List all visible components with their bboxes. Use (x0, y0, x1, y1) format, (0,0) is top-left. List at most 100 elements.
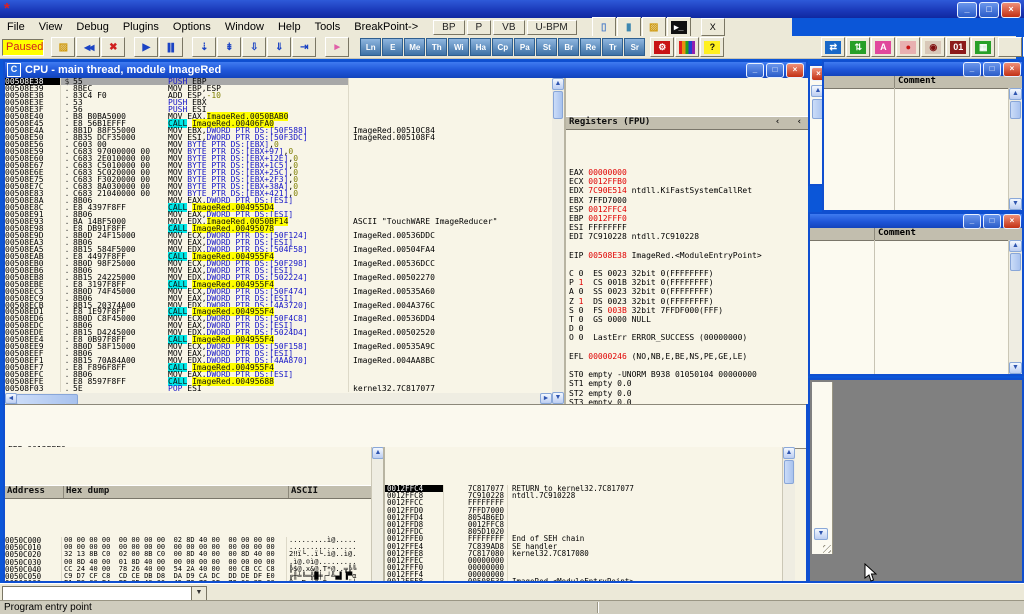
menu-item-file[interactable]: File (0, 19, 32, 35)
disasm-row[interactable]: 00508EFE.E8 8597F8FFCALL ImageRed.004956… (5, 378, 552, 385)
view-button-wi[interactable]: Wi (448, 38, 469, 56)
vscrollbar[interactable]: ▲ ▼ (1008, 88, 1022, 210)
close-button[interactable]: × (1001, 2, 1021, 18)
stack-row[interactable]: 0012FFF800508E38ImageRed.<ModuleEntryPoi… (385, 578, 784, 581)
book-icon[interactable]: ▮ (617, 17, 641, 37)
minimize-button[interactable]: _ (963, 62, 981, 77)
until-return-icon[interactable]: ⇥ (292, 37, 316, 57)
comment-window-2-titlebar[interactable]: _ □ × (810, 214, 1022, 228)
minimize-button[interactable]: _ (963, 214, 981, 229)
register-line[interactable]: ECX 0012FFB0 (566, 177, 808, 186)
scroll-thumb[interactable] (1010, 101, 1021, 119)
comment-column-header[interactable]: Comment (875, 228, 916, 240)
view-button-tr[interactable]: Tr (602, 38, 623, 56)
menu-item-window[interactable]: Window (218, 19, 271, 35)
animate-into-icon[interactable]: ⇩ (242, 37, 266, 57)
register-line[interactable]: EIP 00508E38 ImageRed.<ModuleEntryPoint> (566, 251, 808, 260)
animate-over-icon[interactable]: ⇓ (267, 37, 291, 57)
info-pane[interactable]: EBP=0012FFF0 (5, 404, 806, 449)
scroll-right-icon[interactable]: ► (540, 393, 552, 404)
plugin-button-ubpm[interactable]: U-BPM (527, 20, 577, 35)
stack-row[interactable]: 0012FFDC805D1020 (385, 528, 784, 535)
scroll-thumb[interactable] (784, 460, 794, 484)
scroll-up-icon[interactable]: ▲ (552, 78, 564, 90)
scroll-down-icon[interactable]: ▼ (1009, 362, 1022, 374)
cpu-minimize-button[interactable]: _ (746, 63, 764, 78)
register-line[interactable]: O 0 LastErr ERROR_SUCCESS (00000000) (566, 333, 808, 342)
disasm-row[interactable]: 00508E3E.53PUSH EBX (5, 99, 552, 106)
pair-icon[interactable]: ⇅ (846, 37, 870, 57)
scroll-up-icon[interactable]: ▲ (1009, 240, 1022, 252)
assemble-icon[interactable]: A (871, 37, 895, 57)
view-button-br[interactable]: Br (558, 38, 579, 56)
stack-row[interactable]: 0012FFF000000000 (385, 564, 784, 571)
register-line[interactable]: EAX 00000000 (566, 168, 808, 177)
stack-row[interactable]: 0012FFC87C910228ntdll.7C910228 (385, 492, 784, 499)
view-button-th[interactable]: Th (426, 38, 447, 56)
stack-row[interactable]: 0012FFE87C817080kernel32.7C817080 (385, 550, 784, 557)
disasm-row[interactable]: 00508E3B.83C4 F0ADD ESP,-10 (5, 92, 552, 99)
register-line[interactable]: P 1 CS 001B 32bit 0(FFFFFFFF) (566, 278, 808, 287)
settings-icon[interactable]: ⚙ (650, 37, 674, 57)
folder-icon[interactable]: ▨ (642, 17, 666, 37)
stack-vscrollbar[interactable]: ▲ (782, 447, 795, 581)
stack-row[interactable]: 0012FFEC00000000 (385, 557, 784, 564)
view-button-st[interactable]: St (536, 38, 557, 56)
cpu-titlebar[interactable]: C CPU - main thread, module ImageRed _ □… (5, 62, 806, 78)
console-icon[interactable]: ▸_ (667, 17, 691, 37)
view-button-cp[interactable]: Cp (492, 38, 513, 56)
goto-eip-icon[interactable]: ► (325, 37, 349, 57)
register-line[interactable]: EDX 7C90E514 ntdll.KiFastSystemCallRet (566, 186, 808, 195)
sync-icon[interactable]: ⇄ (821, 37, 845, 57)
register-line[interactable]: D 0 (566, 324, 808, 333)
register-line[interactable]: T 0 GS 0000 NULL (566, 315, 808, 324)
disasm-hscrollbar[interactable]: ◄ ► (5, 393, 552, 404)
register-line[interactable]: A 0 SS 0023 32bit 0(FFFFFFFF) (566, 287, 808, 296)
close-program-icon[interactable]: ✖ (101, 37, 125, 57)
view-button-me[interactable]: Me (404, 38, 425, 56)
stack-pane[interactable]: 0012FFC47C817077RETURN to kernel32.7C817… (383, 447, 784, 581)
spiral-icon[interactable]: ◉ (921, 37, 945, 57)
comment-window-1-titlebar[interactable]: _ □ × (824, 62, 1022, 76)
menu-item-debug[interactable]: Debug (69, 19, 115, 35)
appearance-icon[interactable] (675, 37, 699, 57)
command-input[interactable] (3, 587, 191, 601)
close-button[interactable]: × (1003, 62, 1021, 77)
stack-row[interactable]: 0012FFD48054B6ED (385, 514, 784, 521)
plugin-button-p[interactable]: P (467, 20, 492, 35)
registers-pane[interactable]: Registers (FPU) ‹ ‹ EAX 00000000ECX 0012… (564, 78, 808, 404)
view-button-re[interactable]: Re (580, 38, 601, 56)
vscrollbar[interactable]: ▲ ▼ (1008, 240, 1022, 374)
close-button[interactable]: × (1003, 214, 1021, 229)
disassembly-pane[interactable]: 00508E38$55PUSH EBP00508E39.8BECMOV EBP,… (5, 78, 552, 393)
scroll-down-icon[interactable]: ▼ (814, 528, 828, 540)
scroll-thumb[interactable] (553, 91, 563, 119)
scroll-up-icon[interactable]: ▲ (783, 447, 795, 459)
register-line[interactable]: Z 1 DS 0023 32bit 0(FFFFFFFF) (566, 297, 808, 306)
step-into-icon[interactable]: ⇣ (192, 37, 216, 57)
menu-item-view[interactable]: View (32, 19, 70, 35)
register-line[interactable]: ST2 empty 0.0 (566, 389, 808, 398)
menu-item-tools[interactable]: Tools (308, 19, 348, 35)
stack-row[interactable]: 0012FFCCFFFFFFFF (385, 499, 784, 506)
view-button-sr[interactable]: Sr (624, 38, 645, 56)
register-line[interactable] (566, 242, 808, 251)
record-icon[interactable]: ● (896, 37, 920, 57)
register-line[interactable]: EDI 7C910228 ntdll.7C910228 (566, 232, 808, 241)
window-icon[interactable]: ▦ (971, 37, 995, 57)
cpu-restore-button[interactable]: □ (766, 63, 784, 78)
run-icon[interactable]: ▶ (134, 37, 158, 57)
register-line[interactable]: ST1 empty 0.0 (566, 379, 808, 388)
step-over-icon[interactable]: ⇟ (217, 37, 241, 57)
view-button-ln[interactable]: Ln (360, 38, 381, 56)
menu-item-plugins[interactable]: Plugins (116, 19, 166, 35)
register-line[interactable]: C 0 ES 0023 32bit 0(FFFFFFFF) (566, 269, 808, 278)
pause-icon[interactable]: ▌▌ (159, 37, 183, 57)
open-file-icon[interactable]: ▨ (51, 37, 75, 57)
menu-item-options[interactable]: Options (166, 19, 218, 35)
dump-row[interactable]: 0050C060E1 E3 00 E4 E5 8D 40 00 45 72 72… (5, 580, 371, 581)
scroll-thumb[interactable] (1010, 253, 1021, 271)
dropdown-arrow-icon[interactable]: ▼ (191, 587, 206, 601)
disasm-vscrollbar[interactable]: ▲ ▼ (552, 78, 564, 404)
stack-row[interactable]: 0012FFD07FFD7000 (385, 507, 784, 514)
